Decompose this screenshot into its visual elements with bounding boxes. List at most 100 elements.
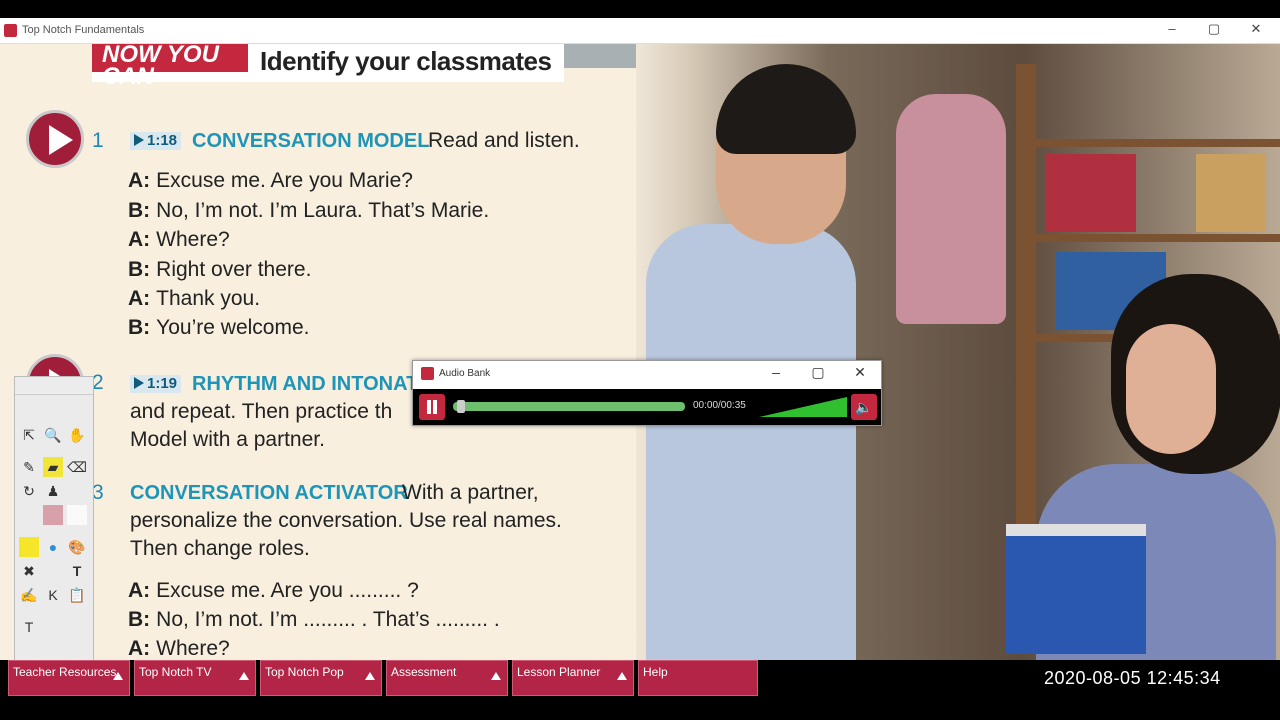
assessment-button[interactable]: Assessment	[386, 660, 508, 696]
books	[1046, 154, 1136, 232]
woman-face	[1126, 324, 1216, 454]
speaker-label: A:	[128, 637, 151, 660]
lesson-header: NOW YOU CAN Identify your classmates	[92, 44, 564, 89]
lesson-page: NOW YOU CAN Identify your classmates 1 1…	[6, 44, 1280, 660]
eraser-icon[interactable]: ⌫	[67, 457, 87, 477]
classmates-photo	[636, 44, 1280, 660]
maximize-icon[interactable]: ▢	[1204, 21, 1224, 37]
app-icon	[4, 24, 17, 37]
chevron-up-icon	[239, 672, 249, 680]
select-arrow-icon[interactable]: ⇱	[19, 425, 39, 445]
close-icon[interactable]: ✕	[1246, 21, 1266, 37]
speaker-label: B:	[128, 316, 151, 339]
dialogue-line: B: Right over there.	[128, 258, 311, 282]
note-icon[interactable]	[19, 537, 39, 557]
bookshelf	[1036, 234, 1280, 242]
dialogue-text: Right over there.	[156, 258, 312, 281]
clipboard-icon[interactable]: 📋	[67, 585, 87, 605]
chevron-up-icon	[617, 672, 627, 680]
man-hair	[716, 64, 856, 154]
top-notch-pop-button[interactable]: Top Notch Pop	[260, 660, 382, 696]
dialogue-line: B: No, I’m not. I’m ......... . That’s ..…	[128, 608, 500, 632]
pen-icon[interactable]: ✎	[19, 457, 39, 477]
text-box-icon[interactable]: T	[19, 617, 39, 637]
now-you-can-badge: NOW YOU CAN	[92, 44, 248, 89]
audio-bank-app-icon	[421, 367, 434, 380]
dialogue-text: Where?	[156, 228, 230, 251]
dialogue-line: A: Excuse me. Are you ......... ?	[128, 579, 419, 603]
stamp-icon[interactable]: ♟	[43, 481, 63, 501]
minimize-icon[interactable]: –	[1162, 21, 1182, 36]
audio-bank-window: Audio Bank – ▢ ✕ 00:00/00:35 🔈	[412, 360, 882, 426]
toolbox-drag-handle[interactable]	[15, 377, 93, 395]
dialogue-text: Thank you.	[156, 287, 261, 310]
track-time: 1:19	[147, 375, 178, 392]
speaker-label: A:	[128, 228, 151, 251]
audio-track-chip[interactable]: 1:19	[130, 375, 182, 393]
chevron-up-icon	[113, 672, 123, 680]
woman-binder	[1006, 524, 1146, 654]
audio-play-icon	[134, 134, 144, 146]
highlighter-icon[interactable]: ▰	[43, 457, 63, 477]
teacher-resources-button[interactable]: Teacher Resources	[8, 660, 130, 696]
speaker-label: A:	[128, 579, 151, 602]
audio-maximize-icon[interactable]: ▢	[807, 364, 829, 381]
audio-close-icon[interactable]: ✕	[849, 364, 871, 381]
dialogue-text: No, I’m not. I’m ......... . That’s ....…	[156, 608, 500, 631]
dialogue-line: B: No, I’m not. I’m Laura. That’s Marie.	[128, 199, 489, 223]
rotate-icon[interactable]: ↻	[19, 481, 39, 501]
top-notch-tv-button[interactable]: Top Notch TV	[134, 660, 256, 696]
section-heading: CONVERSATION ACTIVATOR	[130, 482, 408, 504]
hand-icon[interactable]: ✋	[67, 425, 87, 445]
dialogue-line: B: You’re welcome.	[128, 316, 309, 340]
progress-bar[interactable]	[453, 402, 685, 411]
volume-slider[interactable]	[759, 397, 847, 417]
zoom-icon[interactable]: 🔍	[43, 425, 63, 445]
color-swatch-icon[interactable]	[43, 505, 63, 525]
section-text: Then change roles.	[130, 537, 310, 560]
window-title: Top Notch Fundamentals	[22, 24, 145, 36]
playback-time: 00:00/00:35	[693, 400, 746, 411]
background-person	[896, 94, 1006, 324]
speaker-icon[interactable]: 🔈	[851, 394, 877, 420]
keyboard-icon[interactable]: K	[43, 585, 63, 605]
speaker-label: B:	[128, 199, 151, 222]
dialogue-line: A: Where?	[128, 228, 230, 252]
speaker-label: A:	[128, 287, 151, 310]
play-icon	[49, 125, 73, 155]
audio-bank-title: Audio Bank	[439, 368, 491, 379]
blank-swatch-icon[interactable]	[67, 505, 87, 525]
pause-button[interactable]	[419, 394, 445, 420]
delete-icon[interactable]: ✖	[19, 561, 39, 581]
annotation-toolbox: ⇱ 🔍 ✋ ✎ ▰ ⌫ ↻ ♟ ● 🎨 ✖ T ✍ K 📋 T	[14, 376, 94, 660]
button-label: Assessment	[391, 665, 457, 679]
dialogue-line: A: Thank you.	[128, 287, 260, 311]
speaker-label: A:	[128, 169, 151, 192]
paint-icon[interactable]: 🎨	[67, 537, 87, 557]
button-label: Top Notch TV	[139, 665, 212, 679]
edit-icon[interactable]: ✍	[19, 585, 39, 605]
section-heading: CONVERSATION MODEL	[192, 130, 430, 152]
chevron-up-icon	[491, 672, 501, 680]
progress-handle[interactable]	[457, 400, 466, 413]
shapes-icon[interactable]: ●	[43, 537, 63, 557]
audio-play-icon	[134, 377, 144, 389]
audio-track-chip[interactable]: 1:18	[130, 132, 182, 150]
audio-minimize-icon[interactable]: –	[765, 364, 787, 380]
exercise-number: 1	[92, 129, 104, 152]
lesson-planner-button[interactable]: Lesson Planner	[512, 660, 634, 696]
play-button-1[interactable]	[26, 110, 84, 168]
speaker-label: B:	[128, 258, 151, 281]
dialogue-text: Where?	[156, 637, 230, 660]
section-text: Model with a partner.	[130, 428, 325, 451]
section-text: personalize the conversation. Use real n…	[130, 509, 562, 532]
bottom-toolbar: Teacher Resources Top Notch TV Top Notch…	[0, 660, 1280, 720]
track-time: 1:18	[147, 132, 178, 149]
section-heading: RHYTHM AND INTONAT	[192, 373, 419, 395]
help-button[interactable]: Help	[638, 660, 758, 696]
button-label: Top Notch Pop	[265, 665, 344, 679]
section-instruction: Read and listen.	[428, 129, 580, 152]
title-bar: Top Notch Fundamentals – ▢ ✕	[0, 18, 1280, 44]
dialogue-line: A: Excuse me. Are you Marie?	[128, 169, 413, 193]
text-tool-icon[interactable]: T	[67, 561, 87, 581]
